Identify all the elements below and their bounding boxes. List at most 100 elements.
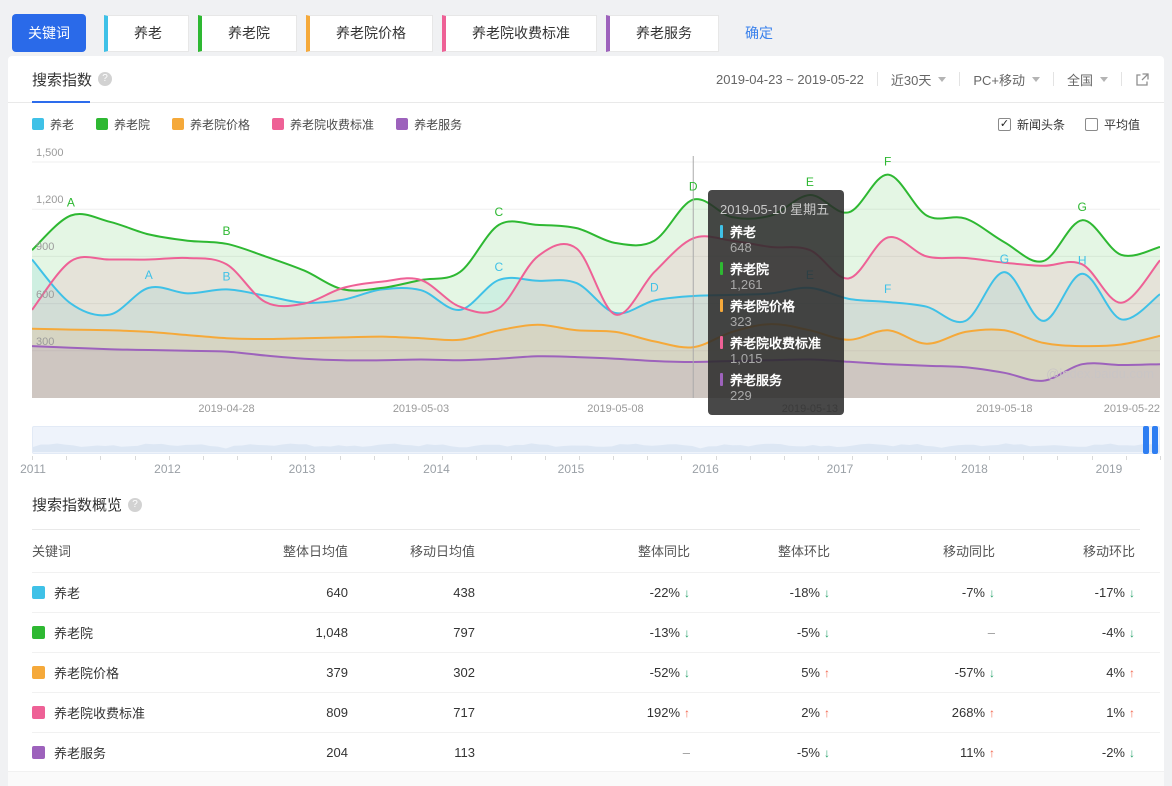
news-marker-H[interactable]: H bbox=[1078, 254, 1087, 268]
tooltip-item: 养老院价格 323 bbox=[720, 297, 832, 331]
x-axis: 2019-04-282019-05-032019-05-082019-05-13… bbox=[32, 400, 1160, 420]
mobile-daily-avg: 717 bbox=[348, 691, 475, 732]
filter-value: 近30天 bbox=[890, 72, 932, 88]
column-header: 移动环比 bbox=[1082, 544, 1135, 560]
news-marker-F[interactable]: F bbox=[884, 282, 891, 296]
keyword-swatch bbox=[32, 745, 45, 759]
legend-item[interactable]: 养老服务 bbox=[396, 116, 462, 133]
keyword-tag[interactable]: 养老院收费标准 bbox=[442, 14, 597, 52]
keyword-swatch bbox=[32, 665, 45, 679]
news-marker-G[interactable]: G bbox=[1000, 252, 1009, 266]
checkbox-icon bbox=[1084, 117, 1098, 131]
filter-dropdown-region[interactable]: 全国 bbox=[1067, 70, 1108, 89]
news-marker-A[interactable]: A bbox=[67, 196, 75, 210]
filter-dropdown-platform[interactable]: PC+移动 bbox=[973, 70, 1040, 89]
legend-label: 养老 bbox=[50, 117, 75, 132]
checkbox-label: 新闻头条 bbox=[1016, 117, 1065, 132]
export-icon[interactable] bbox=[1135, 72, 1150, 87]
overall-daily-avg: 809 bbox=[272, 691, 348, 732]
chart-options: ✓ 新闻头条 平均值 bbox=[997, 116, 1140, 133]
year-tick bbox=[1091, 456, 1093, 460]
date-range-label: 2019-04-23 ~ 2019-05-22 bbox=[716, 71, 864, 87]
legend-label: 养老院价格 bbox=[190, 117, 251, 132]
year-tick bbox=[202, 456, 204, 460]
y-axis-label: 1,200 bbox=[36, 194, 64, 207]
percent-cell: -18% ↓ bbox=[690, 571, 830, 612]
keyword-bar: 关键词 养老 养老院 养老院价格 养老院收费标准 养老服务 确定 bbox=[0, 0, 1172, 56]
legend-item[interactable]: 养老院收费标准 bbox=[272, 116, 374, 133]
help-icon[interactable]: ? bbox=[128, 497, 143, 512]
news-marker-B[interactable]: B bbox=[222, 224, 230, 238]
overview-table: 关键词 整体日均值 移动日均值 整体同比 整体环比 移动同比 移动环比 养老 640 438 -2… bbox=[32, 530, 1160, 772]
news-marker-C[interactable]: C bbox=[494, 205, 503, 219]
average-toggle[interactable]: 平均值 bbox=[1084, 116, 1140, 133]
year-label: 2018 bbox=[961, 462, 988, 476]
year-tick bbox=[271, 456, 273, 460]
x-axis-label: 2019-05-03 bbox=[392, 403, 450, 415]
news-marker-D[interactable]: D bbox=[689, 180, 698, 194]
year-label: 2019 bbox=[1095, 462, 1123, 476]
percent-cell: -57% ↓ bbox=[830, 651, 995, 692]
year-label: 2014 bbox=[423, 462, 450, 476]
x-axis-label: 2019-05-22 bbox=[1103, 403, 1160, 415]
filter-dropdown-timespan[interactable]: 近30天 bbox=[890, 70, 947, 89]
keyword-tag[interactable]: 养老服务 bbox=[606, 14, 719, 52]
keyword-name: 养老院价格 bbox=[54, 665, 120, 681]
year-tick bbox=[578, 456, 580, 460]
trend-down-icon: ↓ bbox=[684, 625, 690, 640]
chevron-down-icon bbox=[1031, 76, 1040, 82]
filter-value: PC+移动 bbox=[973, 72, 1025, 88]
slider-handle-right[interactable] bbox=[1152, 426, 1158, 454]
column-header: 关键词 bbox=[32, 544, 72, 560]
slider-handle-left[interactable] bbox=[1143, 426, 1149, 454]
news-marker-G[interactable]: G bbox=[1078, 200, 1087, 214]
year-label: 2016 bbox=[692, 462, 719, 476]
percent-cell: -7% ↓ bbox=[830, 571, 995, 612]
keyword-label-button[interactable]: 关键词 bbox=[12, 14, 86, 52]
percent-cell: – bbox=[475, 731, 690, 772]
tab-search-index[interactable]: 搜索指数 bbox=[32, 69, 92, 90]
trend-up-icon: ↑ bbox=[989, 745, 995, 760]
keyword-tag[interactable]: 养老院价格 bbox=[306, 14, 433, 52]
tooltip-value: 323 bbox=[730, 314, 752, 329]
news-marker-F[interactable]: F bbox=[884, 155, 891, 169]
year-tick bbox=[442, 456, 444, 460]
news-marker-B[interactable]: B bbox=[222, 269, 230, 283]
card-footer bbox=[8, 771, 1164, 786]
tooltip-swatch bbox=[720, 373, 723, 386]
percent-cell: 11% ↑ bbox=[830, 731, 995, 772]
chevron-down-icon bbox=[1100, 76, 1108, 82]
news-marker-E[interactable]: E bbox=[806, 175, 814, 189]
keyword-tag[interactable]: 养老 bbox=[104, 14, 189, 52]
year-tick bbox=[784, 456, 785, 460]
trend-down-icon: ↓ bbox=[824, 745, 830, 760]
legend-swatch bbox=[396, 118, 409, 130]
news-marker-C[interactable]: C bbox=[494, 260, 503, 274]
tooltip-item: 养老 648 bbox=[720, 223, 832, 257]
news-marker-A[interactable]: A bbox=[145, 268, 153, 282]
keyword-tag[interactable]: 养老院 bbox=[198, 14, 297, 52]
divider bbox=[1052, 72, 1054, 86]
year-tick bbox=[237, 456, 239, 460]
legend-item[interactable]: 养老院 bbox=[96, 116, 150, 133]
column-header: 整体环比 bbox=[777, 544, 830, 560]
chart-tooltip: 2019-05-10 星期五 养老 648 养老院 1,261 养老院价格 323 养老院收… bbox=[708, 190, 844, 415]
legend-item[interactable]: 养老 bbox=[32, 116, 74, 133]
mobile-daily-avg: 113 bbox=[348, 731, 475, 772]
column-header: 整体日均值 bbox=[282, 544, 348, 560]
year-tick bbox=[681, 456, 683, 460]
news-toggle[interactable]: ✓ 新闻头条 bbox=[997, 116, 1065, 133]
timeline-slider[interactable] bbox=[32, 426, 1160, 454]
legend-swatch bbox=[172, 118, 185, 130]
trend-chart[interactable]: ABCDEFGHABCDEFG bbox=[31, 142, 1161, 400]
sparkline-area bbox=[33, 443, 1159, 452]
confirm-button[interactable]: 确定 bbox=[745, 23, 773, 43]
year-tick bbox=[852, 456, 854, 460]
help-icon[interactable]: ? bbox=[98, 72, 113, 86]
news-marker-D[interactable]: D bbox=[650, 281, 659, 295]
search-index-card: 搜索指数 ? 2019-04-23 ~ 2019-05-22 近30天 PC+移动… bbox=[8, 56, 1164, 786]
trend-down-icon: ↓ bbox=[1129, 585, 1135, 600]
percent-cell: -5% ↓ bbox=[690, 731, 830, 772]
filter-value: 全国 bbox=[1066, 72, 1093, 88]
legend-item[interactable]: 养老院价格 bbox=[172, 116, 250, 133]
